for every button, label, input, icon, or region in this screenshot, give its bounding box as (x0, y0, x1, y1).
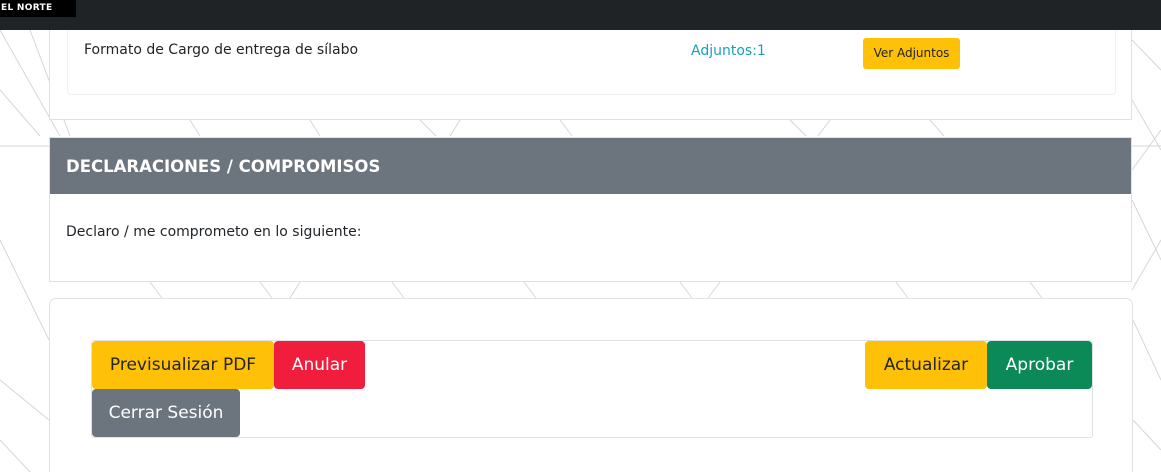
update-button[interactable]: Actualizar (865, 341, 987, 389)
view-attachments-button[interactable]: Ver Adjuntos (863, 38, 960, 69)
attachments-card: Formato de Cargo de entrega de sílabo Ad… (49, 22, 1132, 120)
approve-button[interactable]: Aprobar (987, 341, 1092, 389)
attachment-row: Formato de Cargo de entrega de sílabo Ad… (67, 22, 1116, 95)
top-navbar: EL NORTE (0, 0, 1161, 30)
preview-pdf-button[interactable]: Previsualizar PDF (92, 341, 274, 389)
actions-card: Previsualizar PDF Anular Actualizar Apro… (49, 298, 1133, 472)
declarations-intro: Declaro / me comprometo en lo siguiente: (66, 224, 362, 240)
declarations-header: DECLARACIONES / COMPROMISOS (50, 138, 1131, 194)
attachment-name: Formato de Cargo de entrega de sílabo (84, 42, 359, 58)
cancel-button[interactable]: Anular (274, 341, 365, 389)
actions-toolbar: Previsualizar PDF Anular Actualizar Apro… (91, 340, 1093, 438)
brand-logo[interactable]: EL NORTE (0, 0, 76, 17)
declarations-card: DECLARACIONES / COMPROMISOS Declaro / me… (49, 137, 1132, 282)
attachments-count-link[interactable]: Adjuntos:1 (691, 43, 766, 59)
logout-button[interactable]: Cerrar Sesión (92, 389, 240, 437)
